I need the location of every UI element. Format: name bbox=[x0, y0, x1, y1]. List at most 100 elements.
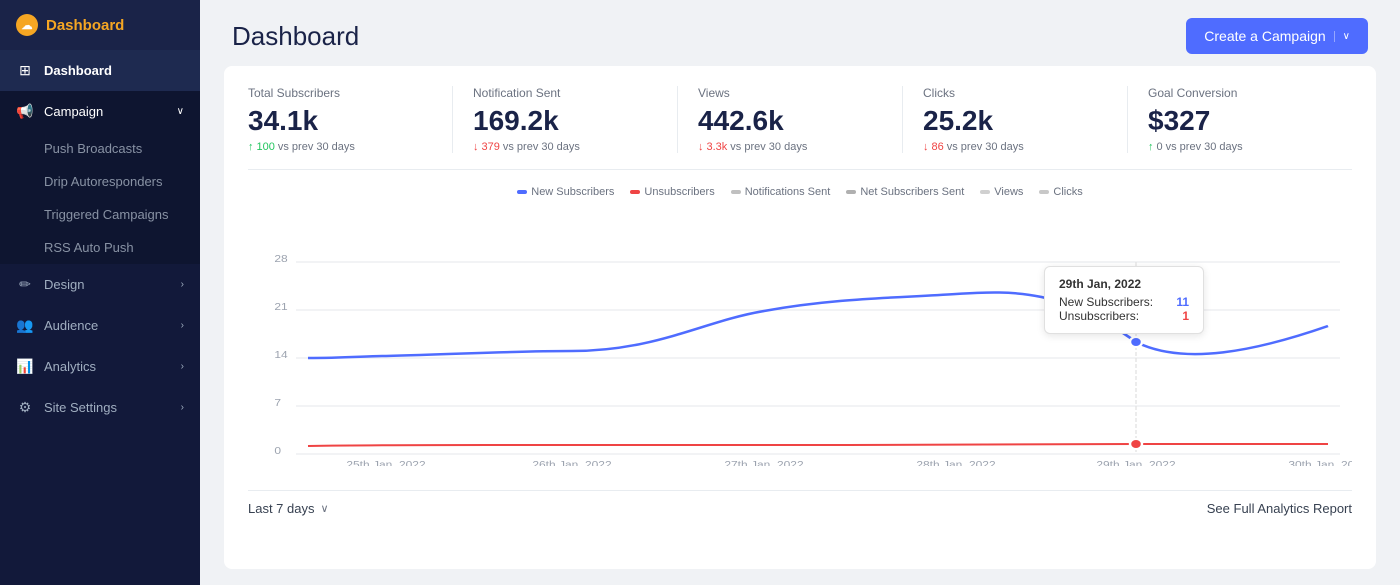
sidebar-item-rss-auto-push[interactable]: RSS Auto Push bbox=[0, 231, 200, 264]
sidebar-item-campaign[interactable]: 📢 Campaign ∨ bbox=[0, 91, 200, 132]
tooltip-new-subscribers-val: 11 bbox=[1176, 295, 1189, 309]
legend-label-5: Clicks bbox=[1053, 186, 1082, 198]
tooltip-date: 29th Jan, 2022 bbox=[1059, 277, 1189, 291]
sidebar-item-site-settings[interactable]: ⚙ Site Settings › bbox=[0, 387, 200, 428]
stats-row: Total Subscribers 34.1k 100 vs prev 30 d… bbox=[248, 86, 1352, 170]
stat-change-0: 100 vs prev 30 days bbox=[248, 141, 432, 153]
svg-text:30th Jan, 2022: 30th Jan, 2022 bbox=[1288, 459, 1352, 465]
tooltip-unsubscribers-row: Unsubscribers: 1 bbox=[1059, 309, 1189, 323]
chevron-down-icon: ∨ bbox=[177, 106, 184, 117]
sidebar-item-push-broadcasts[interactable]: Push Broadcasts bbox=[0, 132, 200, 165]
tooltip-new-subscribers-label: New Subscribers: bbox=[1059, 295, 1153, 309]
legend-unsubscribers: Unsubscribers bbox=[630, 186, 714, 198]
stat-value-3: 25.2k bbox=[923, 104, 1107, 138]
chevron-right-icon-3: › bbox=[181, 361, 184, 372]
stat-label-3: Clicks bbox=[923, 86, 1107, 100]
campaign-icon: 📢 bbox=[16, 103, 34, 120]
date-filter-label: Last 7 days bbox=[248, 501, 315, 516]
sidebar: ☁ Dashboard ⊞ Dashboard 📢 Campaign ∨ Pus… bbox=[0, 0, 200, 585]
stat-change-4: 0 vs prev 30 days bbox=[1148, 141, 1332, 153]
legend-net-subscribers: Net Subscribers Sent bbox=[846, 186, 964, 198]
sidebar-item-triggered-campaigns[interactable]: Triggered Campaigns bbox=[0, 198, 200, 231]
svg-text:28: 28 bbox=[274, 253, 287, 264]
stat-label-1: Notification Sent bbox=[473, 86, 657, 100]
legend-notifications-sent: Notifications Sent bbox=[731, 186, 831, 198]
up-arrow-icon-2 bbox=[1148, 141, 1154, 153]
stat-change-text-0: vs prev 30 days bbox=[278, 141, 355, 153]
legend-dot-red bbox=[630, 190, 640, 194]
stat-value-2: 442.6k bbox=[698, 104, 882, 138]
filter-chevron-icon: ∨ bbox=[321, 502, 329, 515]
main-content: Dashboard Create a Campaign ∨ Total Subs… bbox=[200, 0, 1400, 585]
sidebar-audience-label: Audience bbox=[44, 318, 171, 333]
stat-change-text-1: vs prev 30 days bbox=[503, 141, 580, 153]
down-arrow-icon-3 bbox=[923, 141, 929, 153]
stat-label-2: Views bbox=[698, 86, 882, 100]
stat-change-val-2: 3.3k bbox=[707, 141, 728, 153]
see-full-analytics-link[interactable]: See Full Analytics Report bbox=[1207, 501, 1352, 516]
stat-change-2: 3.3k vs prev 30 days bbox=[698, 141, 882, 153]
svg-text:29th Jan, 2022: 29th Jan, 2022 bbox=[1096, 459, 1175, 465]
tooltip-unsubscribers-val: 1 bbox=[1182, 309, 1189, 323]
legend-dot-gray2 bbox=[846, 190, 856, 194]
design-icon: ✏ bbox=[16, 276, 34, 293]
up-arrow-icon bbox=[248, 141, 254, 153]
legend-dot-gray3 bbox=[980, 190, 990, 194]
stat-views: Views 442.6k 3.3k vs prev 30 days bbox=[698, 86, 903, 153]
sidebar-item-design[interactable]: ✏ Design › bbox=[0, 264, 200, 305]
legend-label-3: Net Subscribers Sent bbox=[860, 186, 964, 198]
chevron-right-icon-2: › bbox=[181, 320, 184, 331]
stat-change-3: 86 vs prev 30 days bbox=[923, 141, 1107, 153]
sidebar-item-audience[interactable]: 👥 Audience › bbox=[0, 305, 200, 346]
legend-new-subscribers: New Subscribers bbox=[517, 186, 614, 198]
svg-text:0: 0 bbox=[274, 445, 281, 456]
svg-text:28th Jan, 2022: 28th Jan, 2022 bbox=[916, 459, 995, 465]
tooltip-unsubscribers-label: Unsubscribers: bbox=[1059, 309, 1139, 323]
sidebar-campaign-label: Campaign bbox=[44, 104, 167, 119]
stat-change-val-0: 100 bbox=[257, 141, 275, 153]
stat-value-1: 169.2k bbox=[473, 104, 657, 138]
create-campaign-button[interactable]: Create a Campaign ∨ bbox=[1186, 18, 1368, 54]
legend-views: Views bbox=[980, 186, 1023, 198]
down-arrow-icon-1 bbox=[473, 141, 479, 153]
sidebar-item-drip-autoresponders[interactable]: Drip Autoresponders bbox=[0, 165, 200, 198]
tooltip-new-subscribers-row: New Subscribers: 11 bbox=[1059, 295, 1189, 309]
page-title: Dashboard bbox=[232, 21, 359, 52]
chevron-right-icon-4: › bbox=[181, 402, 184, 413]
stat-change-text-4: vs prev 30 days bbox=[1166, 141, 1243, 153]
date-filter[interactable]: Last 7 days ∨ bbox=[248, 501, 329, 516]
stat-change-text-2: vs prev 30 days bbox=[730, 141, 807, 153]
sidebar-item-analytics[interactable]: 📊 Analytics › bbox=[0, 346, 200, 387]
down-arrow-icon-2 bbox=[698, 141, 704, 153]
svg-text:26th Jan, 2022: 26th Jan, 2022 bbox=[532, 459, 611, 465]
logo-icon: ☁ bbox=[16, 14, 38, 36]
stat-change-1: 379 vs prev 30 days bbox=[473, 141, 657, 153]
svg-text:27th Jan, 2022: 27th Jan, 2022 bbox=[724, 459, 803, 465]
sidebar-site-settings-label: Site Settings bbox=[44, 400, 171, 415]
stat-change-val-4: 0 bbox=[1157, 141, 1163, 153]
svg-text:25th Jan, 2022: 25th Jan, 2022 bbox=[346, 459, 425, 465]
stat-change-val-3: 86 bbox=[932, 141, 944, 153]
dashboard-icon: ⊞ bbox=[16, 62, 34, 79]
legend-dot-gray4 bbox=[1039, 190, 1049, 194]
sidebar-logo: ☁ Dashboard bbox=[0, 0, 200, 50]
site-settings-icon: ⚙ bbox=[16, 399, 34, 416]
svg-text:7: 7 bbox=[274, 397, 281, 408]
stat-label-0: Total Subscribers bbox=[248, 86, 432, 100]
sidebar-analytics-label: Analytics bbox=[44, 359, 171, 374]
stat-change-text-3: vs prev 30 days bbox=[947, 141, 1024, 153]
chart-legend: New Subscribers Unsubscribers Notificati… bbox=[248, 186, 1352, 198]
button-chevron-icon: ∨ bbox=[1334, 31, 1350, 42]
stat-goal-conversion: Goal Conversion $327 0 vs prev 30 days bbox=[1148, 86, 1352, 153]
legend-dot-gray1 bbox=[731, 190, 741, 194]
legend-label-0: New Subscribers bbox=[531, 186, 614, 198]
chevron-right-icon: › bbox=[181, 279, 184, 290]
create-campaign-label: Create a Campaign bbox=[1204, 28, 1325, 44]
stat-label-4: Goal Conversion bbox=[1148, 86, 1332, 100]
legend-dot-blue bbox=[517, 190, 527, 194]
legend-label-4: Views bbox=[994, 186, 1023, 198]
sidebar-item-dashboard[interactable]: ⊞ Dashboard bbox=[0, 50, 200, 91]
sidebar-design-label: Design bbox=[44, 277, 171, 292]
svg-text:21: 21 bbox=[274, 301, 287, 312]
chart-tooltip: 29th Jan, 2022 New Subscribers: 11 Unsub… bbox=[1044, 266, 1204, 334]
